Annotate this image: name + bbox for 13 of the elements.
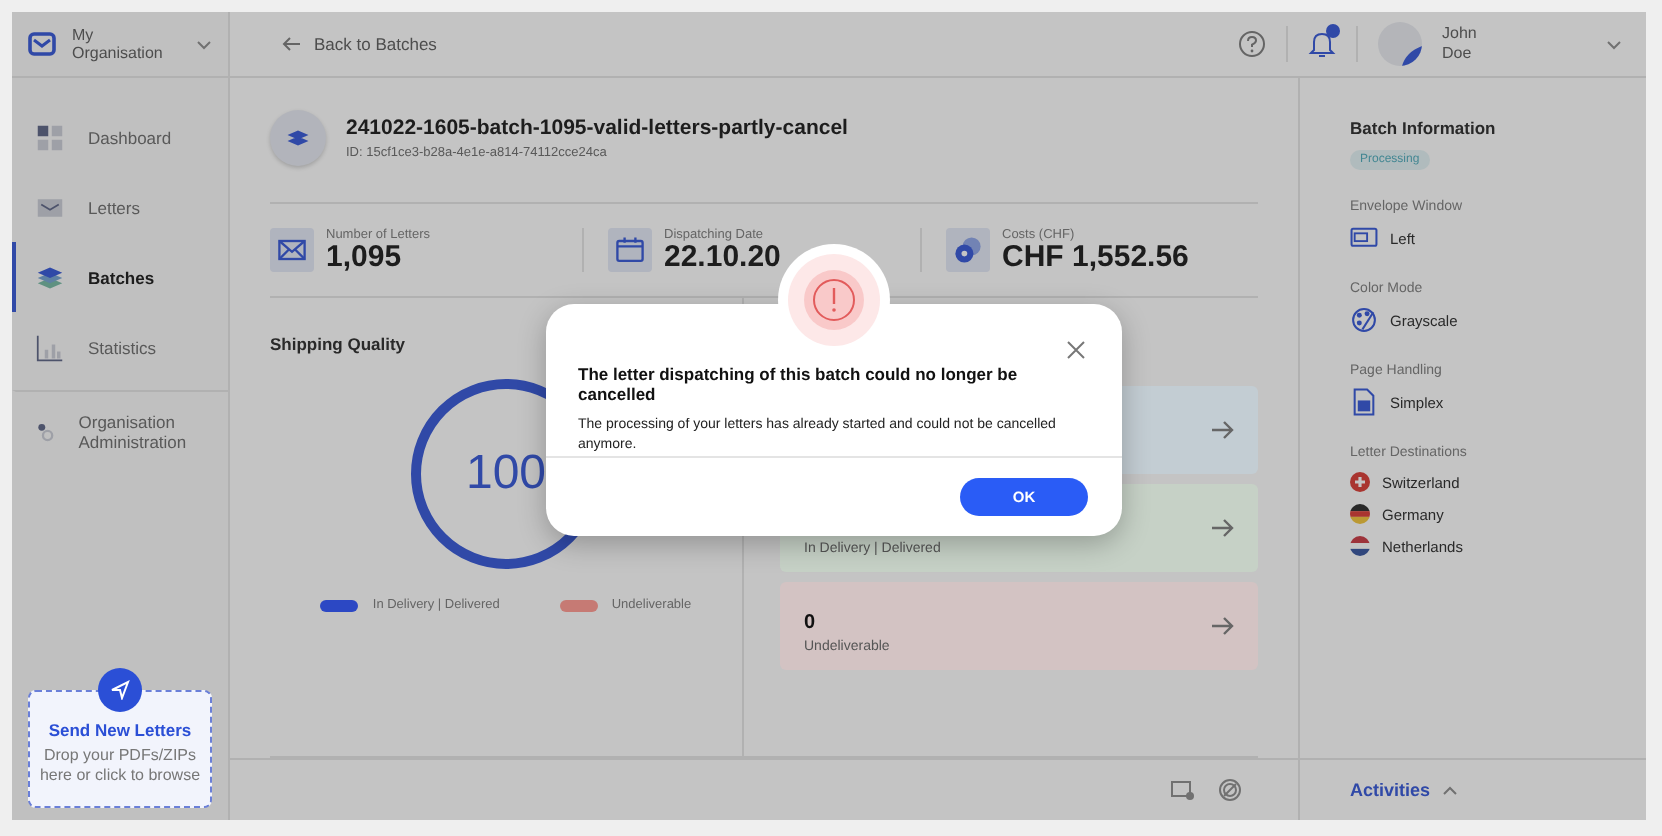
dialog-title: The letter dispatching of this batch could no longer be cancelled bbox=[578, 364, 1020, 404]
upload-hint: Drop your PDFs/ZIPs here or click to browse bbox=[38, 746, 202, 786]
section-title: Shipping Quality bbox=[270, 334, 406, 354]
user-name: John Doe bbox=[1442, 24, 1479, 64]
card-count: 0 bbox=[804, 612, 818, 634]
stat-value: 22.10.20 bbox=[664, 242, 781, 272]
upload-title: Send New Letters bbox=[48, 720, 192, 740]
quality-score: 100 bbox=[465, 446, 547, 502]
stat-value: CHF 1,552.56 bbox=[1002, 242, 1189, 272]
organisation-name: My Organisation bbox=[72, 26, 165, 62]
stat-value: 1,095 bbox=[326, 242, 404, 272]
batch-title: 241022-1605-batch-1095-valid-letters-partly-cancel bbox=[346, 116, 848, 140]
panel-title: Batch Information bbox=[1350, 118, 1498, 138]
